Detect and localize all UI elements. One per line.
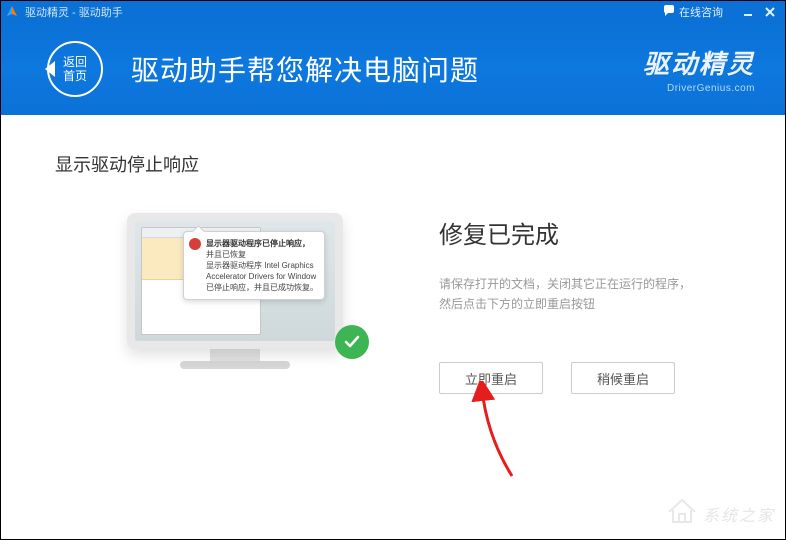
- window-titlebar: 驱动精灵 - 驱动助手 在线咨询: [1, 1, 785, 23]
- monitor-screen: 显示器驱动程序已停止响应， 并且已恢复 显示器驱动程序 Intel Graphi…: [135, 221, 335, 341]
- restart-later-button[interactable]: 稍候重启: [571, 362, 675, 394]
- window-title: 驱动精灵 - 驱动助手: [25, 4, 123, 20]
- restart-now-button[interactable]: 立即重启: [439, 362, 543, 394]
- issue-subtitle: 显示驱动停止响应: [55, 151, 415, 177]
- back-home-label-line1: 返回: [63, 55, 87, 69]
- success-check-icon: [335, 325, 369, 359]
- result-desc-line1: 请保存打开的文档，关闭其它正在运行的程序，: [439, 274, 731, 294]
- tooltip-line5: 已停止响应，并且已成功恢复。: [206, 282, 316, 293]
- monitor-illustration: 显示器驱动程序已停止响应， 并且已恢复 显示器驱动程序 Intel Graphi…: [55, 213, 415, 369]
- house-icon: [667, 498, 697, 529]
- brand-en: DriverGenius.com: [643, 83, 755, 94]
- result-title: 修复已完成: [439, 215, 731, 250]
- error-tooltip: 显示器驱动程序已停止响应， 并且已恢复 显示器驱动程序 Intel Graphi…: [183, 231, 325, 300]
- back-home-label-line2: 首页: [63, 69, 87, 83]
- main-content: 显示驱动停止响应 显示器驱动程序已停止响应， 并且已恢复 显示器驱动程序 Int…: [1, 115, 785, 394]
- monitor-frame: 显示器驱动程序已停止响应， 并且已恢复 显示器驱动程序 Intel Graphi…: [127, 213, 343, 349]
- left-column: 显示驱动停止响应 显示器驱动程序已停止响应， 并且已恢复 显示器驱动程序 Int…: [55, 151, 415, 394]
- watermark: 系统之家: [667, 498, 775, 529]
- header-heading: 驱动助手帮您解决电脑问题: [131, 49, 643, 89]
- annotation-arrow-icon: [467, 381, 527, 481]
- chat-bubble-icon: [663, 5, 675, 20]
- tooltip-line3: 显示器驱动程序 Intel Graphics: [206, 260, 316, 271]
- monitor-stand: [210, 349, 260, 361]
- tooltip-line4: Accelerator Drivers for Windows 7(R): [206, 271, 316, 282]
- brand-cn: 驱动精灵: [643, 44, 755, 81]
- online-chat-label: 在线咨询: [679, 4, 723, 20]
- result-description: 请保存打开的文档，关闭其它正在运行的程序， 然后点击下方的立即重启按钮: [439, 274, 731, 314]
- back-home-button[interactable]: 返回 首页: [47, 41, 103, 97]
- app-logo-icon: [5, 5, 19, 19]
- minimize-button[interactable]: [737, 1, 759, 23]
- right-column: 修复已完成 请保存打开的文档，关闭其它正在运行的程序， 然后点击下方的立即重启按…: [415, 151, 731, 394]
- tooltip-line2: 并且已恢复: [206, 249, 316, 260]
- tooltip-title: 显示器驱动程序已停止响应，: [206, 238, 316, 249]
- header-banner: 返回 首页 驱动助手帮您解决电脑问题 驱动精灵 DriverGenius.com: [1, 23, 785, 115]
- action-buttons: 立即重启 稍候重启: [439, 362, 731, 394]
- result-desc-line2: 然后点击下方的立即重启按钮: [439, 294, 731, 314]
- watermark-text: 系统之家: [703, 502, 775, 526]
- brand-block: 驱动精灵 DriverGenius.com: [643, 44, 755, 94]
- online-chat-link[interactable]: 在线咨询: [663, 4, 723, 20]
- close-button[interactable]: [759, 1, 781, 23]
- monitor-base: [180, 361, 290, 369]
